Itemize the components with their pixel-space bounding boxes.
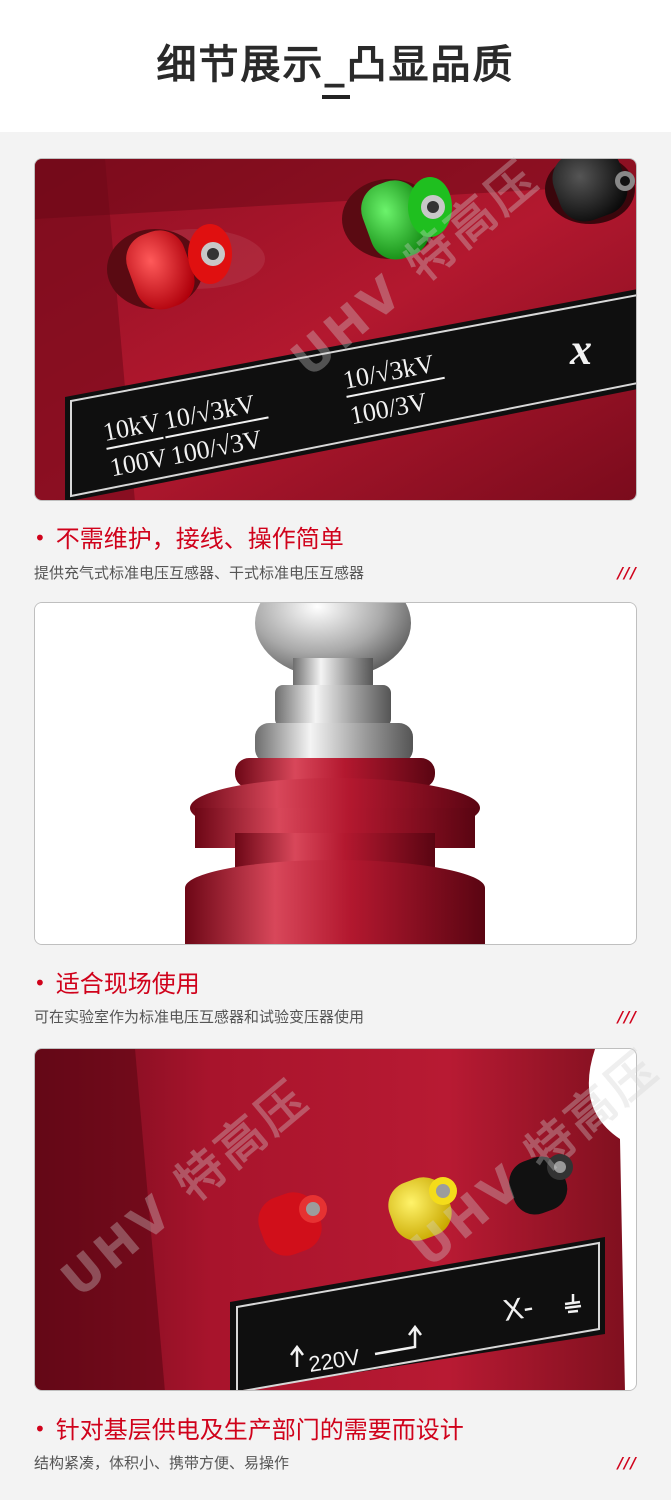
section-2-subtitle: 可在实验室作为标准电压互感器和试验变压器使用 (34, 1008, 365, 1026)
section-2-title-text: 适合现场使用 (55, 970, 200, 998)
section-1-title: • 不需维护，接线、操作简单 (34, 525, 344, 553)
page-header: 细节展示_凸显品质 (0, 0, 671, 132)
detail-photo-terminals: 10kV 100V 10/√3kV 100/√3V 10/√3kV 100/3V… (34, 158, 637, 501)
ground-terminal-label: X- (501, 1291, 536, 1328)
section-1-subtitle: 提供充气式标准电压互感器、干式标准电压互感器 (34, 564, 365, 582)
detail-photo-insulator (34, 602, 637, 945)
detail-photo-secondary: 220V X- (34, 1048, 637, 1391)
section-3-mark: /// (617, 1454, 637, 1472)
terminal-label-x: x (569, 325, 592, 374)
page-title: 细节展示_凸显品质 (156, 42, 515, 88)
title-underline (322, 95, 350, 99)
section-2-title: • 适合现场使用 (34, 970, 200, 998)
section-1-title-text: 不需维护，接线、操作简单 (55, 525, 344, 553)
metal-flange (275, 685, 391, 727)
section-3-title-text: 针对基层供电及生产部门的需要而设计 (55, 1416, 464, 1444)
section-2-mark: /// (617, 1008, 637, 1026)
section-1-mark: /// (617, 564, 637, 582)
section-3-subtitle: 结构紧凑，体积小、携带方便、易操作 (34, 1454, 290, 1472)
section-3-title: • 针对基层供电及生产部门的需要而设计 (34, 1416, 464, 1444)
